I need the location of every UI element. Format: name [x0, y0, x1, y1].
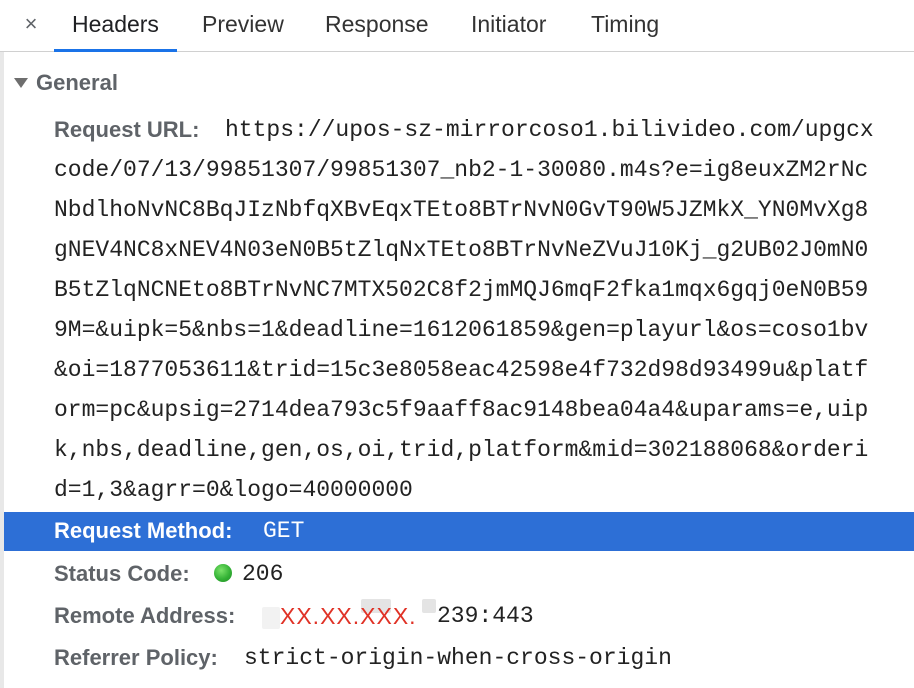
- general-section-toggle[interactable]: General: [14, 66, 118, 100]
- url-line: k,nbs,deadline,gen,os,oi,trid,platform&m…: [54, 437, 869, 463]
- tab-bar: × Headers Preview Response Initiator Tim…: [0, 0, 914, 52]
- status-code-value: 206: [242, 561, 284, 587]
- status-code-row[interactable]: Status Code: 206: [4, 555, 914, 593]
- request-url-label: Request URL:: [54, 117, 200, 142]
- url-line: code/07/13/99851307/99851307_nb2-1-30080…: [54, 157, 869, 183]
- request-method-label: Request Method:: [54, 518, 233, 543]
- expand-triangle-icon: [14, 78, 28, 88]
- redaction-blur: [262, 607, 280, 629]
- tab-headers[interactable]: Headers: [54, 0, 177, 52]
- status-code-label: Status Code:: [54, 561, 190, 586]
- url-line: B5tZlqNCNEto8BTrNvNC7MTX502C8f2jmMQJ6mqF…: [54, 277, 869, 303]
- referrer-policy-row[interactable]: Referrer Policy: strict-origin-when-cros…: [4, 639, 914, 677]
- url-line: gNEV4NC8xNEV4N03eN0B5tZlqNxTEto8BTrNvNeZ…: [54, 237, 869, 263]
- remote-address-row[interactable]: Remote Address: XX.XX.XXX. 239:443: [4, 597, 914, 635]
- tab-response[interactable]: Response: [325, 0, 429, 51]
- url-line: NbdlhoNvNC8BqJIzNbfqXBvEqxTEto8BTrNvN0Gv…: [54, 197, 869, 223]
- general-section-title: General: [36, 70, 118, 95]
- redaction-blur: [422, 599, 436, 613]
- close-icon[interactable]: ×: [20, 10, 42, 38]
- status-success-icon: [214, 564, 232, 582]
- request-method-value: GET: [263, 518, 305, 544]
- referrer-policy-label: Referrer Policy:: [54, 645, 218, 670]
- request-method-row[interactable]: Request Method: GET: [4, 512, 914, 551]
- tab-initiator[interactable]: Initiator: [471, 0, 546, 51]
- request-url-row[interactable]: Request URL: https://upos-sz-mirrorcoso1…: [4, 110, 914, 510]
- remote-address-redacted: XX.XX.XXX.: [280, 603, 417, 629]
- url-line: &oi=1877053611&trid=15c3e8058eac42598e4f…: [54, 357, 869, 383]
- tab-preview[interactable]: Preview: [202, 0, 284, 51]
- remote-address-label: Remote Address:: [54, 603, 236, 628]
- remote-address-value: 239:443: [437, 603, 534, 629]
- referrer-policy-value: strict-origin-when-cross-origin: [244, 645, 672, 671]
- url-line: 9M=&uipk=5&nbs=1&deadline=1612061859&gen…: [54, 317, 869, 343]
- url-line: d=1,3&agrr=0&logo=40000000: [54, 477, 413, 503]
- url-line: https://upos-sz-mirrorcoso1.bilivideo.co…: [225, 117, 874, 143]
- tab-timing[interactable]: Timing: [591, 0, 659, 51]
- url-line: orm=pc&upsig=2714dea793c5f9aaff8ac9148be…: [54, 397, 869, 423]
